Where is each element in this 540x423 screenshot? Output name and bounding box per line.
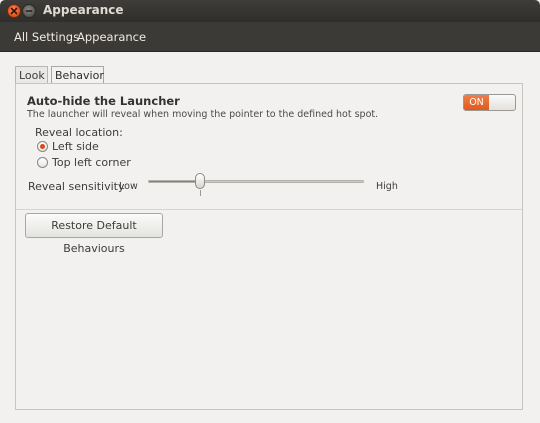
restore-defaults-button[interactable]: Restore Default Behaviours [25, 213, 163, 255]
tab-look[interactable]: Look [15, 66, 48, 83]
sensitivity-low-label: Low [119, 181, 138, 192]
radio-top-left-corner-label[interactable]: Top left corner [52, 156, 131, 169]
reveal-sensitivity-label: Reveal sensitivity [28, 180, 125, 193]
sensitivity-slider[interactable] [148, 180, 364, 183]
tab-behavior[interactable]: Behavior [51, 66, 104, 84]
breadcrumb: All Settings Appearance [0, 22, 540, 52]
close-icon[interactable] [7, 4, 21, 18]
toggle-on-label: ON [464, 95, 489, 110]
slider-tick [199, 190, 201, 196]
autohide-toggle[interactable]: ON [463, 94, 516, 111]
minimize-icon[interactable] [22, 4, 36, 18]
radio-left-side-label[interactable]: Left side [52, 140, 99, 153]
slider-handle[interactable] [194, 173, 205, 189]
radio-left-side[interactable] [37, 141, 48, 152]
reveal-location-label: Reveal location: [35, 126, 123, 139]
autohide-heading: Auto-hide the Launcher [27, 94, 180, 108]
window-title: Appearance [43, 3, 124, 17]
slider-fill [149, 181, 201, 182]
autohide-description: The launcher will reveal when moving the… [27, 109, 379, 120]
breadcrumb-current[interactable]: Appearance [77, 30, 146, 44]
radio-top-left-corner[interactable] [37, 157, 48, 168]
title-bar: Appearance [0, 0, 540, 22]
all-settings-button[interactable]: All Settings [14, 30, 79, 44]
sensitivity-high-label: High [376, 181, 398, 192]
section-divider [16, 209, 522, 210]
